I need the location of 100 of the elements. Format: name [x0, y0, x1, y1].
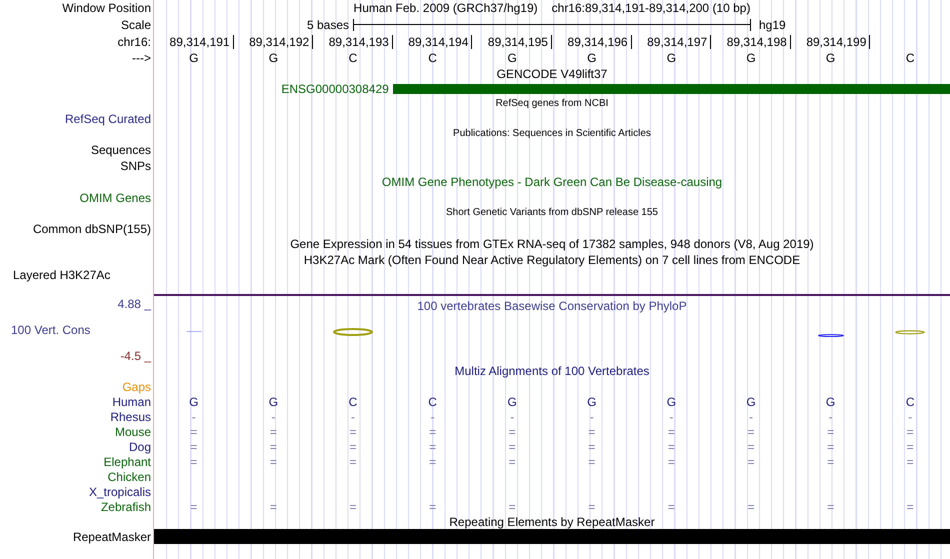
alignment-base: = — [270, 440, 277, 454]
alignment-base: = — [747, 424, 754, 438]
track-title: OMIM Gene Phenotypes - Dark Green Can Be Disease-causing — [382, 175, 722, 189]
track-label: SNPs — [120, 158, 151, 172]
track-label: Gaps — [122, 380, 151, 394]
conservation-ring-icon — [332, 328, 374, 336]
species-label: Chicken — [108, 470, 151, 484]
scale-text: 5 bases — [306, 18, 350, 32]
alignment-base: = — [190, 424, 198, 438]
species-label: X_tropicalis — [88, 484, 151, 498]
alignment-base: = — [190, 440, 198, 454]
track-title: Repeating Elements by RepeatMasker — [449, 514, 655, 528]
alignment-base: = — [508, 500, 516, 514]
alignment-base: = — [429, 440, 436, 454]
alignment-base: G — [189, 394, 198, 408]
axis-max-label: 4.88 _ — [118, 297, 151, 311]
alignment-base: = — [668, 424, 675, 438]
base-letter: G — [746, 51, 756, 65]
track-label: Window Position — [62, 1, 151, 15]
alignment-base: = — [508, 424, 516, 438]
alignment-base: = — [588, 424, 596, 438]
base-letter: C — [428, 51, 437, 65]
species-label: Rhesus — [110, 410, 151, 424]
species-label: Elephant — [104, 454, 151, 468]
position-label: 89,314,197 — [647, 34, 712, 48]
alignment-base: = — [270, 424, 277, 438]
alignment-base: = — [349, 440, 356, 454]
alignment-base: = — [190, 500, 198, 514]
alignment-base: = — [747, 454, 754, 468]
position-label: 89,314,196 — [568, 34, 632, 48]
base-letter: G — [189, 51, 198, 65]
position-label: 89,314,193 — [328, 34, 393, 48]
position-label: 89,314,191 — [170, 34, 234, 48]
alignment-base: G — [508, 394, 517, 408]
alignment-base: = — [190, 454, 198, 468]
alignment-base: - — [590, 410, 594, 424]
track-title: RefSeq genes from NCBI — [496, 96, 608, 110]
track-label: chr16: — [118, 34, 151, 48]
track-title: GENCODE V49lift37 — [496, 66, 608, 80]
alignment-base: - — [192, 410, 196, 424]
alignment-base: G — [268, 394, 278, 408]
species-label: Dog — [128, 440, 151, 454]
alignment-base: = — [906, 500, 914, 514]
alignment-base: = — [270, 454, 277, 468]
alignment-base: - — [271, 410, 276, 424]
axis-min-label: -4.5 _ — [120, 349, 151, 363]
alignment-base: = — [508, 440, 516, 454]
position-label: 89,314,199 — [806, 34, 870, 48]
alignment-base: - — [430, 410, 435, 424]
alignment-base: G — [587, 394, 596, 408]
track-title: Publications: Sequences in Scientific Articles — [453, 127, 651, 141]
species-label: Human — [112, 394, 151, 408]
alignment-base: - — [748, 410, 753, 424]
alignment-base: - — [350, 410, 355, 424]
alignment-base: = — [270, 500, 277, 514]
track-title: Gene Expression in 54 tissues from GTEx RNA-seq of 17382 samples, 948 donors (V8, Aug 2019) — [290, 237, 814, 251]
alignment-base: = — [906, 424, 914, 438]
alignment-base: = — [747, 440, 754, 454]
base-letter: C — [348, 51, 358, 65]
alignment-base: = — [588, 454, 596, 468]
position-label: 89,314,192 — [249, 34, 314, 48]
alignment-base: = — [429, 500, 436, 514]
base-letter: G — [268, 51, 278, 65]
track-label[interactable]: OMIM Genes — [80, 190, 151, 204]
species-label: Mouse — [114, 424, 151, 438]
gene-name[interactable]: ENSG00000308429 — [281, 82, 393, 96]
position-label: 89,314,195 — [488, 34, 552, 48]
base-letter: G — [587, 51, 596, 65]
alignment-base: - — [510, 410, 514, 424]
alignment-base: C — [428, 394, 437, 408]
alignment-base: = — [349, 454, 356, 468]
alignment-base: = — [349, 500, 356, 514]
position-label: 89,314,194 — [408, 34, 472, 48]
track-title: 100 vertebrates Basewise Conservation by PhyloP — [417, 299, 687, 313]
species-label: Zebrafish — [100, 500, 151, 514]
alignment-base: = — [906, 454, 914, 468]
base-letter: G — [826, 51, 836, 65]
track-label: Layered H3K27Ac — [13, 268, 110, 282]
alignment-base: C — [348, 394, 358, 408]
alignment-base: = — [588, 500, 596, 514]
database-label: hg19 — [758, 18, 786, 32]
alignment-base: G — [666, 394, 676, 408]
base-letter: G — [666, 51, 676, 65]
gene-bar[interactable] — [392, 84, 950, 94]
alignment-base: = — [668, 500, 675, 514]
alignment-base: = — [827, 424, 834, 438]
alignment-base: = — [827, 440, 834, 454]
alignment-base: = — [429, 424, 436, 438]
base-letter: G — [508, 51, 517, 65]
alignment-base: = — [668, 454, 675, 468]
alignment-base: - — [828, 410, 833, 424]
track-label[interactable]: RefSeq Curated — [64, 112, 151, 126]
alignment-base: = — [827, 454, 834, 468]
track-label: ---> — [132, 51, 151, 65]
alignment-base: - — [908, 410, 912, 424]
track-label: RepeatMasker — [72, 530, 151, 544]
track-label: Scale — [120, 18, 151, 32]
position-label: 89,314,198 — [726, 34, 791, 48]
alignment-base: G — [826, 394, 836, 408]
track-title: Multiz Alignments of 100 Vertebrates — [454, 364, 650, 378]
